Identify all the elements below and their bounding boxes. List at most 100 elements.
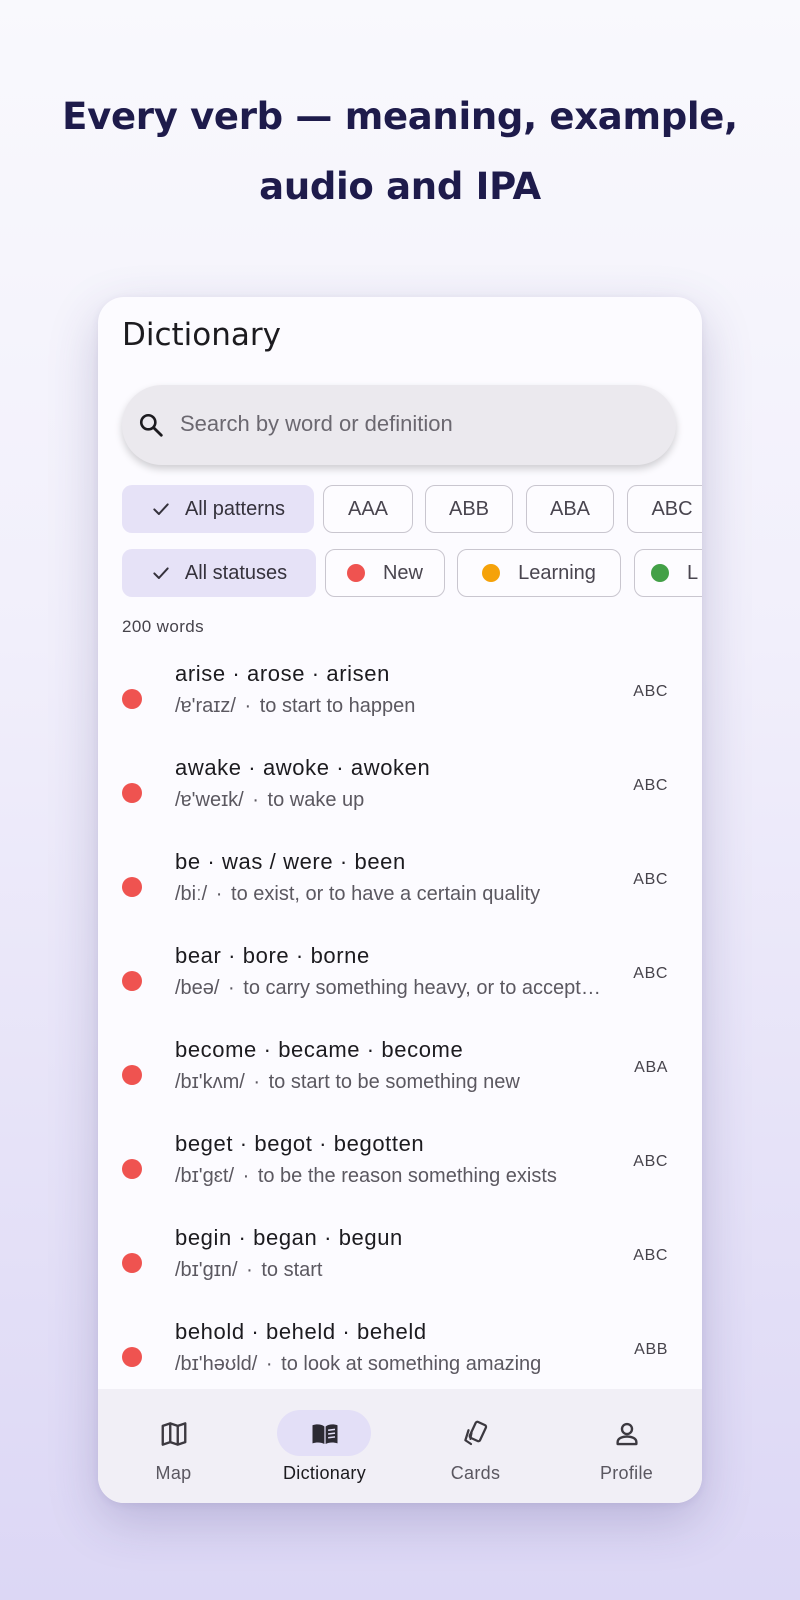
search-placeholder: Search by word or definition	[180, 411, 453, 436]
status-dot	[122, 877, 142, 897]
map-icon	[161, 1422, 187, 1446]
verb-detail: /bɪ'kʌm/ · to start to be something new	[175, 1071, 605, 1094]
nav-label: Cards	[450, 1463, 501, 1483]
ipa: /ɐ'weɪk/	[175, 789, 244, 811]
meaning: to look at something amazing	[281, 1353, 542, 1375]
nav-profile[interactable]: Profile	[551, 1389, 702, 1503]
book-icon	[312, 1424, 338, 1444]
status-dot-new	[346, 564, 365, 582]
pattern-filter-row: All patterns AAA ABB ABA ABC	[122, 485, 702, 535]
verb-forms: become · became · become	[175, 1037, 464, 1062]
verb-forms: beget · begot · begotten	[175, 1131, 425, 1156]
list-item[interactable]: become · became · become/bɪ'kʌm/ · to st…	[98, 1025, 702, 1119]
verb-forms: arise · arose · arisen	[175, 661, 390, 686]
ipa: /bɪ'kʌm/	[175, 1071, 245, 1093]
status-dot-learning	[482, 564, 501, 582]
separator: ·	[246, 789, 265, 811]
chip-pattern-aba[interactable]: ABA	[526, 485, 614, 533]
word-list[interactable]: arise · arose · arisen/ɐ'raɪz/ · to star…	[98, 649, 702, 1389]
ipa: /beə/	[175, 977, 220, 999]
chip-label: ABC	[651, 497, 693, 520]
pattern-badge: ABA	[634, 1059, 668, 1076]
list-item[interactable]: be · was / were · been/biː/ · to exist, …	[98, 837, 702, 931]
verb-forms: behold · beheld · beheld	[175, 1319, 427, 1344]
profile-icon	[616, 1422, 638, 1446]
pattern-badge: ABC	[633, 965, 668, 982]
chip-label: L	[687, 561, 699, 584]
separator: ·	[237, 1165, 255, 1187]
status-dot	[122, 689, 142, 709]
verb-forms: bear · bore · borne	[175, 943, 370, 968]
separator: ·	[222, 977, 241, 999]
verb-detail: /bɪ'gɪn/ · to start	[175, 1259, 605, 1282]
chip-pattern-aaa[interactable]: AAA	[323, 485, 413, 533]
list-item[interactable]: arise · arose · arisen/ɐ'raɪz/ · to star…	[98, 649, 702, 743]
ipa: /ɐ'raɪz/	[175, 695, 236, 717]
meaning: to be the reason something exists	[257, 1165, 557, 1187]
separator: ·	[247, 1071, 266, 1093]
verb-detail: /beə/ · to carry something heavy, or to …	[175, 977, 605, 1000]
ipa: /bɪ'gɪn/	[175, 1259, 238, 1281]
meaning: to exist, or to have a certain quality	[231, 883, 541, 905]
verb-forms: be · was / were · been	[175, 849, 406, 874]
search-icon	[139, 413, 163, 437]
verb-detail: /biː/ · to exist, or to have a certain q…	[175, 883, 605, 906]
chip-pattern-abc[interactable]: ABC	[627, 485, 702, 533]
ipa: /bɪ'həʊld/	[175, 1353, 258, 1375]
nav-dictionary[interactable]: Dictionary	[249, 1389, 400, 1503]
chip-label: AAA	[347, 497, 389, 520]
meaning: to start	[261, 1259, 323, 1281]
chip-label: All patterns	[184, 497, 286, 520]
chip-all-patterns[interactable]: All patterns	[122, 485, 314, 533]
chip-status-learning[interactable]: Learning	[457, 549, 621, 597]
meaning: to carry something heavy, or to accept s…	[243, 977, 605, 999]
headline: Every verb — meaning, example, audio and…	[0, 82, 800, 222]
chip-status-learned[interactable]: L	[634, 549, 702, 597]
separator: ·	[240, 1259, 259, 1281]
chip-status-new[interactable]: New	[325, 549, 445, 597]
status-dot	[122, 783, 142, 803]
status-dot	[122, 1159, 142, 1179]
nav-cards[interactable]: Cards	[400, 1389, 551, 1503]
pattern-badge: ABC	[633, 777, 668, 794]
pattern-badge: ABB	[634, 1341, 668, 1358]
list-item[interactable]: beget · begot · begotten/bɪ'gɛt/ · to be…	[98, 1119, 702, 1213]
nav-map[interactable]: Map	[98, 1389, 249, 1503]
verb-forms: awake · awoke · awoken	[175, 755, 431, 780]
separator: ·	[210, 883, 229, 905]
meaning: to wake up	[267, 789, 365, 811]
verb-forms: begin · began · begun	[175, 1225, 403, 1250]
nav-label: Dictionary	[282, 1463, 367, 1483]
list-item[interactable]: awake · awoke · awoken/ɐ'weɪk/ · to wake…	[98, 743, 702, 837]
pattern-badge: ABC	[633, 683, 668, 700]
chip-label: Learning	[518, 561, 596, 584]
ipa: /biː/	[175, 883, 208, 905]
page-title: Dictionary	[122, 317, 281, 353]
ipa: /bɪ'gɛt/	[175, 1165, 235, 1187]
meaning: to start to happen	[259, 695, 416, 717]
chip-label: All statuses	[184, 561, 288, 584]
headline-line-1: Every verb — meaning, example,	[62, 95, 738, 138]
verb-detail: /bɪ'həʊld/ · to look at something amazin…	[175, 1353, 605, 1376]
pattern-badge: ABC	[633, 1153, 668, 1170]
list-item[interactable]: begin · began · begun/bɪ'gɪn/ · to start…	[98, 1213, 702, 1307]
chip-label: New	[382, 561, 423, 584]
list-item[interactable]: bear · bore · borne/beə/ · to carry some…	[98, 931, 702, 1025]
cards-icon	[464, 1420, 488, 1446]
phone-screen: Dictionary Search by word or definition …	[98, 297, 702, 1503]
check-icon	[153, 567, 169, 579]
search-input[interactable]: Search by word or definition	[122, 385, 676, 465]
status-filter-row: All statuses New Learning L	[122, 549, 702, 599]
pattern-badge: ABC	[633, 1247, 668, 1264]
chip-label: ABA	[549, 497, 591, 520]
nav-label: Map	[155, 1463, 192, 1483]
chip-all-statuses[interactable]: All statuses	[122, 549, 316, 597]
pattern-badge: ABC	[633, 871, 668, 888]
meaning: to start to be something new	[268, 1071, 520, 1093]
status-dot	[122, 971, 142, 991]
verb-detail: /bɪ'gɛt/ · to be the reason something ex…	[175, 1165, 605, 1188]
check-icon	[153, 503, 169, 515]
chip-pattern-abb[interactable]: ABB	[425, 485, 513, 533]
word-count: 200 words	[122, 617, 205, 636]
list-item[interactable]: behold · beheld · beheld/bɪ'həʊld/ · to …	[98, 1307, 702, 1389]
